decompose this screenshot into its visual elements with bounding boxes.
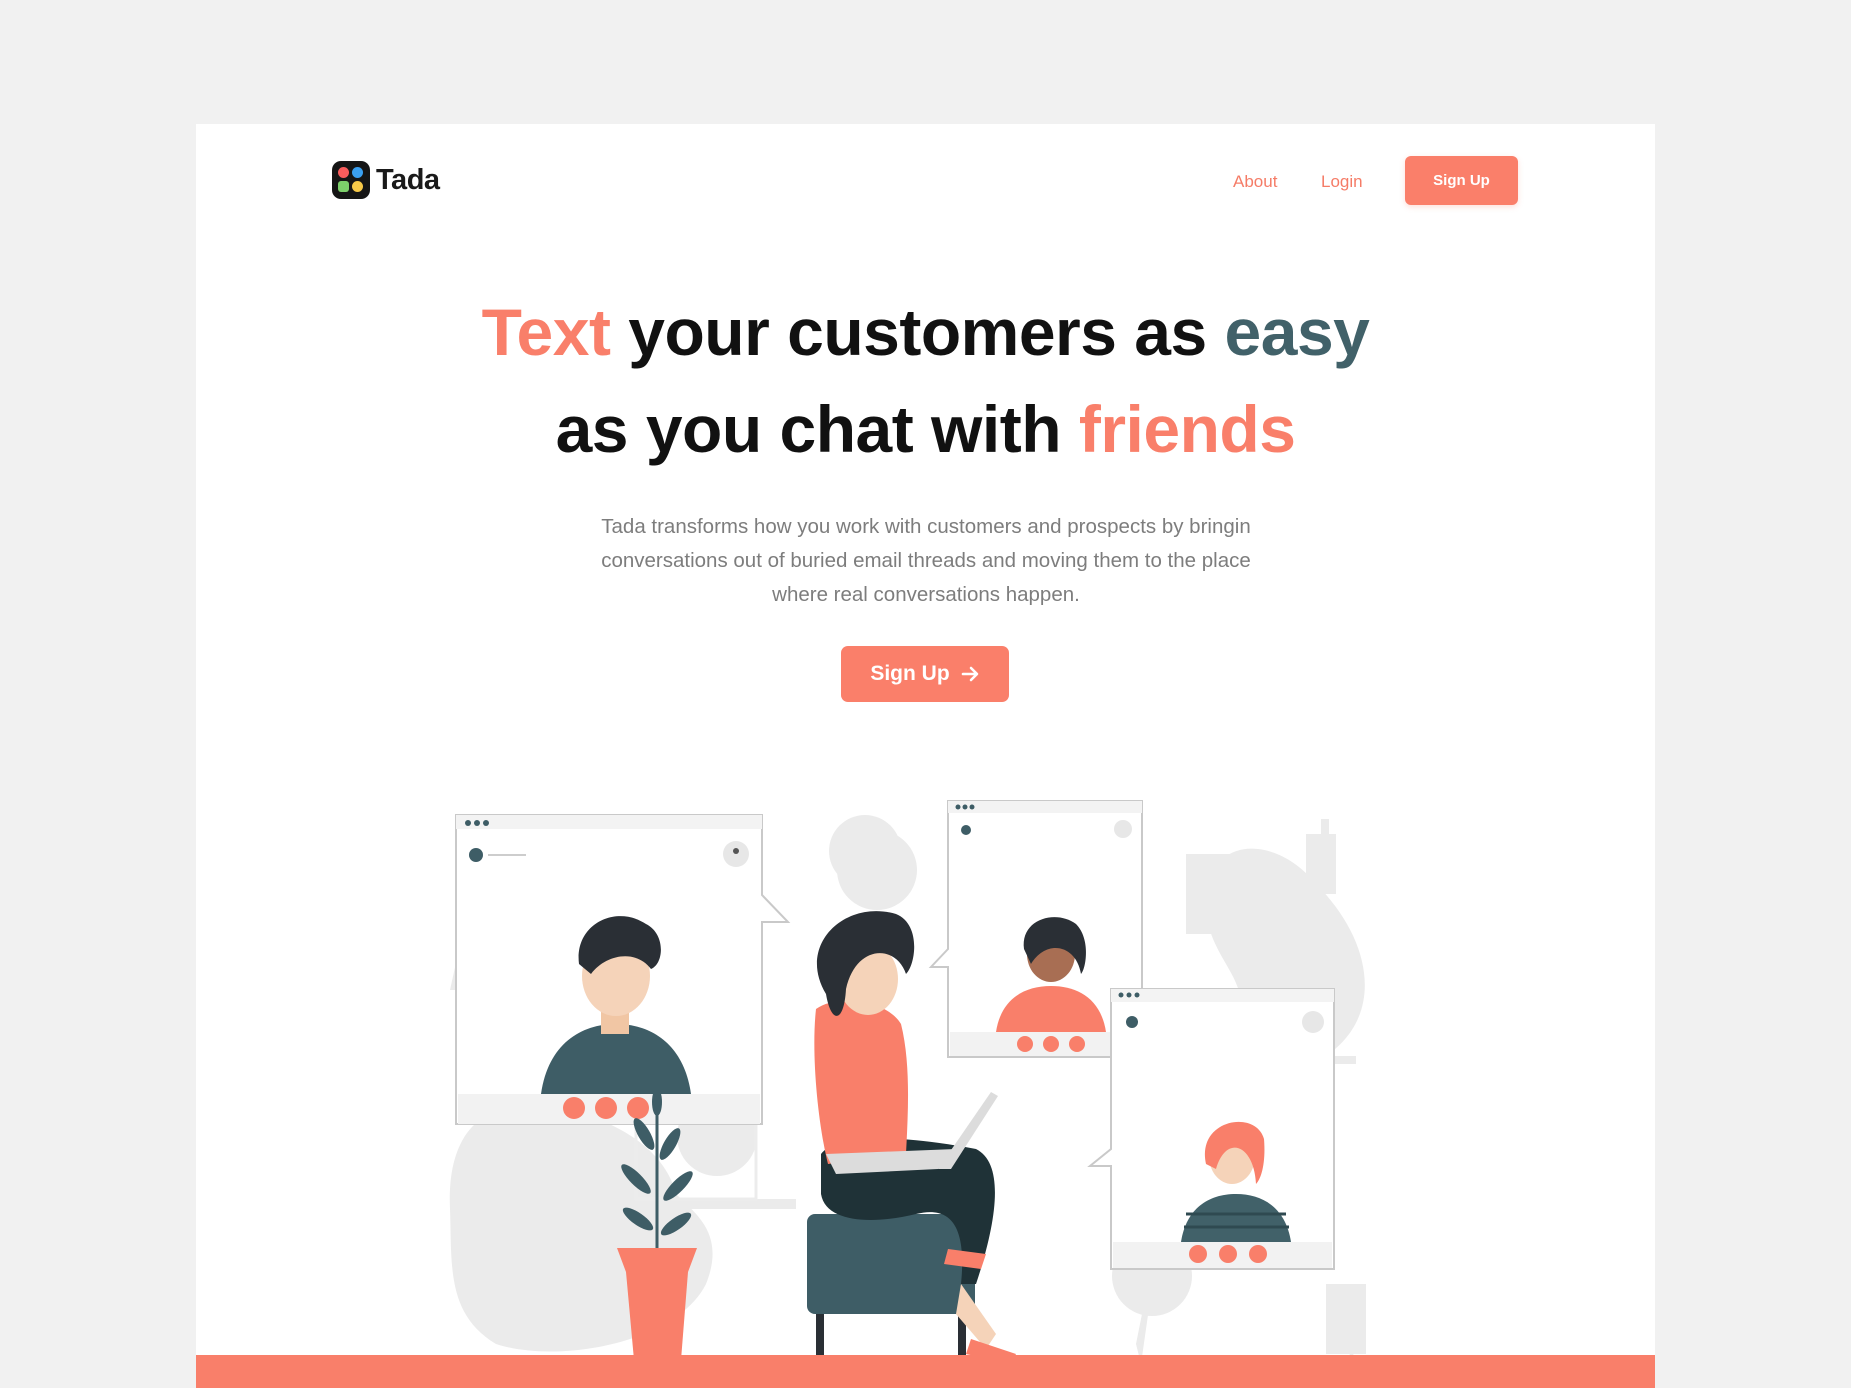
logo-icon xyxy=(332,161,370,199)
brand-logo[interactable]: Tada xyxy=(332,161,440,199)
subtitle-line: Tada transforms how you work with custom… xyxy=(601,515,1251,538)
hero-signup-label: Sign Up xyxy=(870,662,950,685)
hero-subtitle: Tada transforms how you work with custom… xyxy=(536,510,1316,612)
headline-text-word: Text xyxy=(481,295,611,369)
video-window-bottom-right xyxy=(1087,988,1335,1270)
arrow-right-icon xyxy=(961,666,978,682)
headline-easy-word: easy xyxy=(1224,295,1370,369)
brand-name: Tada xyxy=(376,163,440,196)
headline-friends-word: friends xyxy=(1078,392,1296,466)
video-chat-illustration xyxy=(449,800,1366,1364)
subtitle-line: where real conversations happen. xyxy=(772,583,1080,606)
headline-middle: your customers as xyxy=(610,295,1225,369)
nav-login-link[interactable]: Login xyxy=(1321,172,1363,192)
hero-headline-line-2: as you chat with friends xyxy=(196,391,1655,467)
hero-signup-button[interactable]: Sign Up xyxy=(841,646,1009,702)
headline-line2-start: as you chat with xyxy=(555,392,1079,466)
video-window-left xyxy=(455,814,791,1125)
nav-signup-button[interactable]: Sign Up xyxy=(1405,156,1518,205)
hero-headline-line-1: Text your customers as easy xyxy=(196,294,1655,370)
landing-card: Tada About Login Sign Up Text your custo… xyxy=(196,124,1655,1388)
footer-accent-bar xyxy=(196,1355,1655,1388)
subtitle-line: conversations out of buried email thread… xyxy=(601,549,1251,572)
nav-about-link[interactable]: About xyxy=(1233,172,1277,192)
